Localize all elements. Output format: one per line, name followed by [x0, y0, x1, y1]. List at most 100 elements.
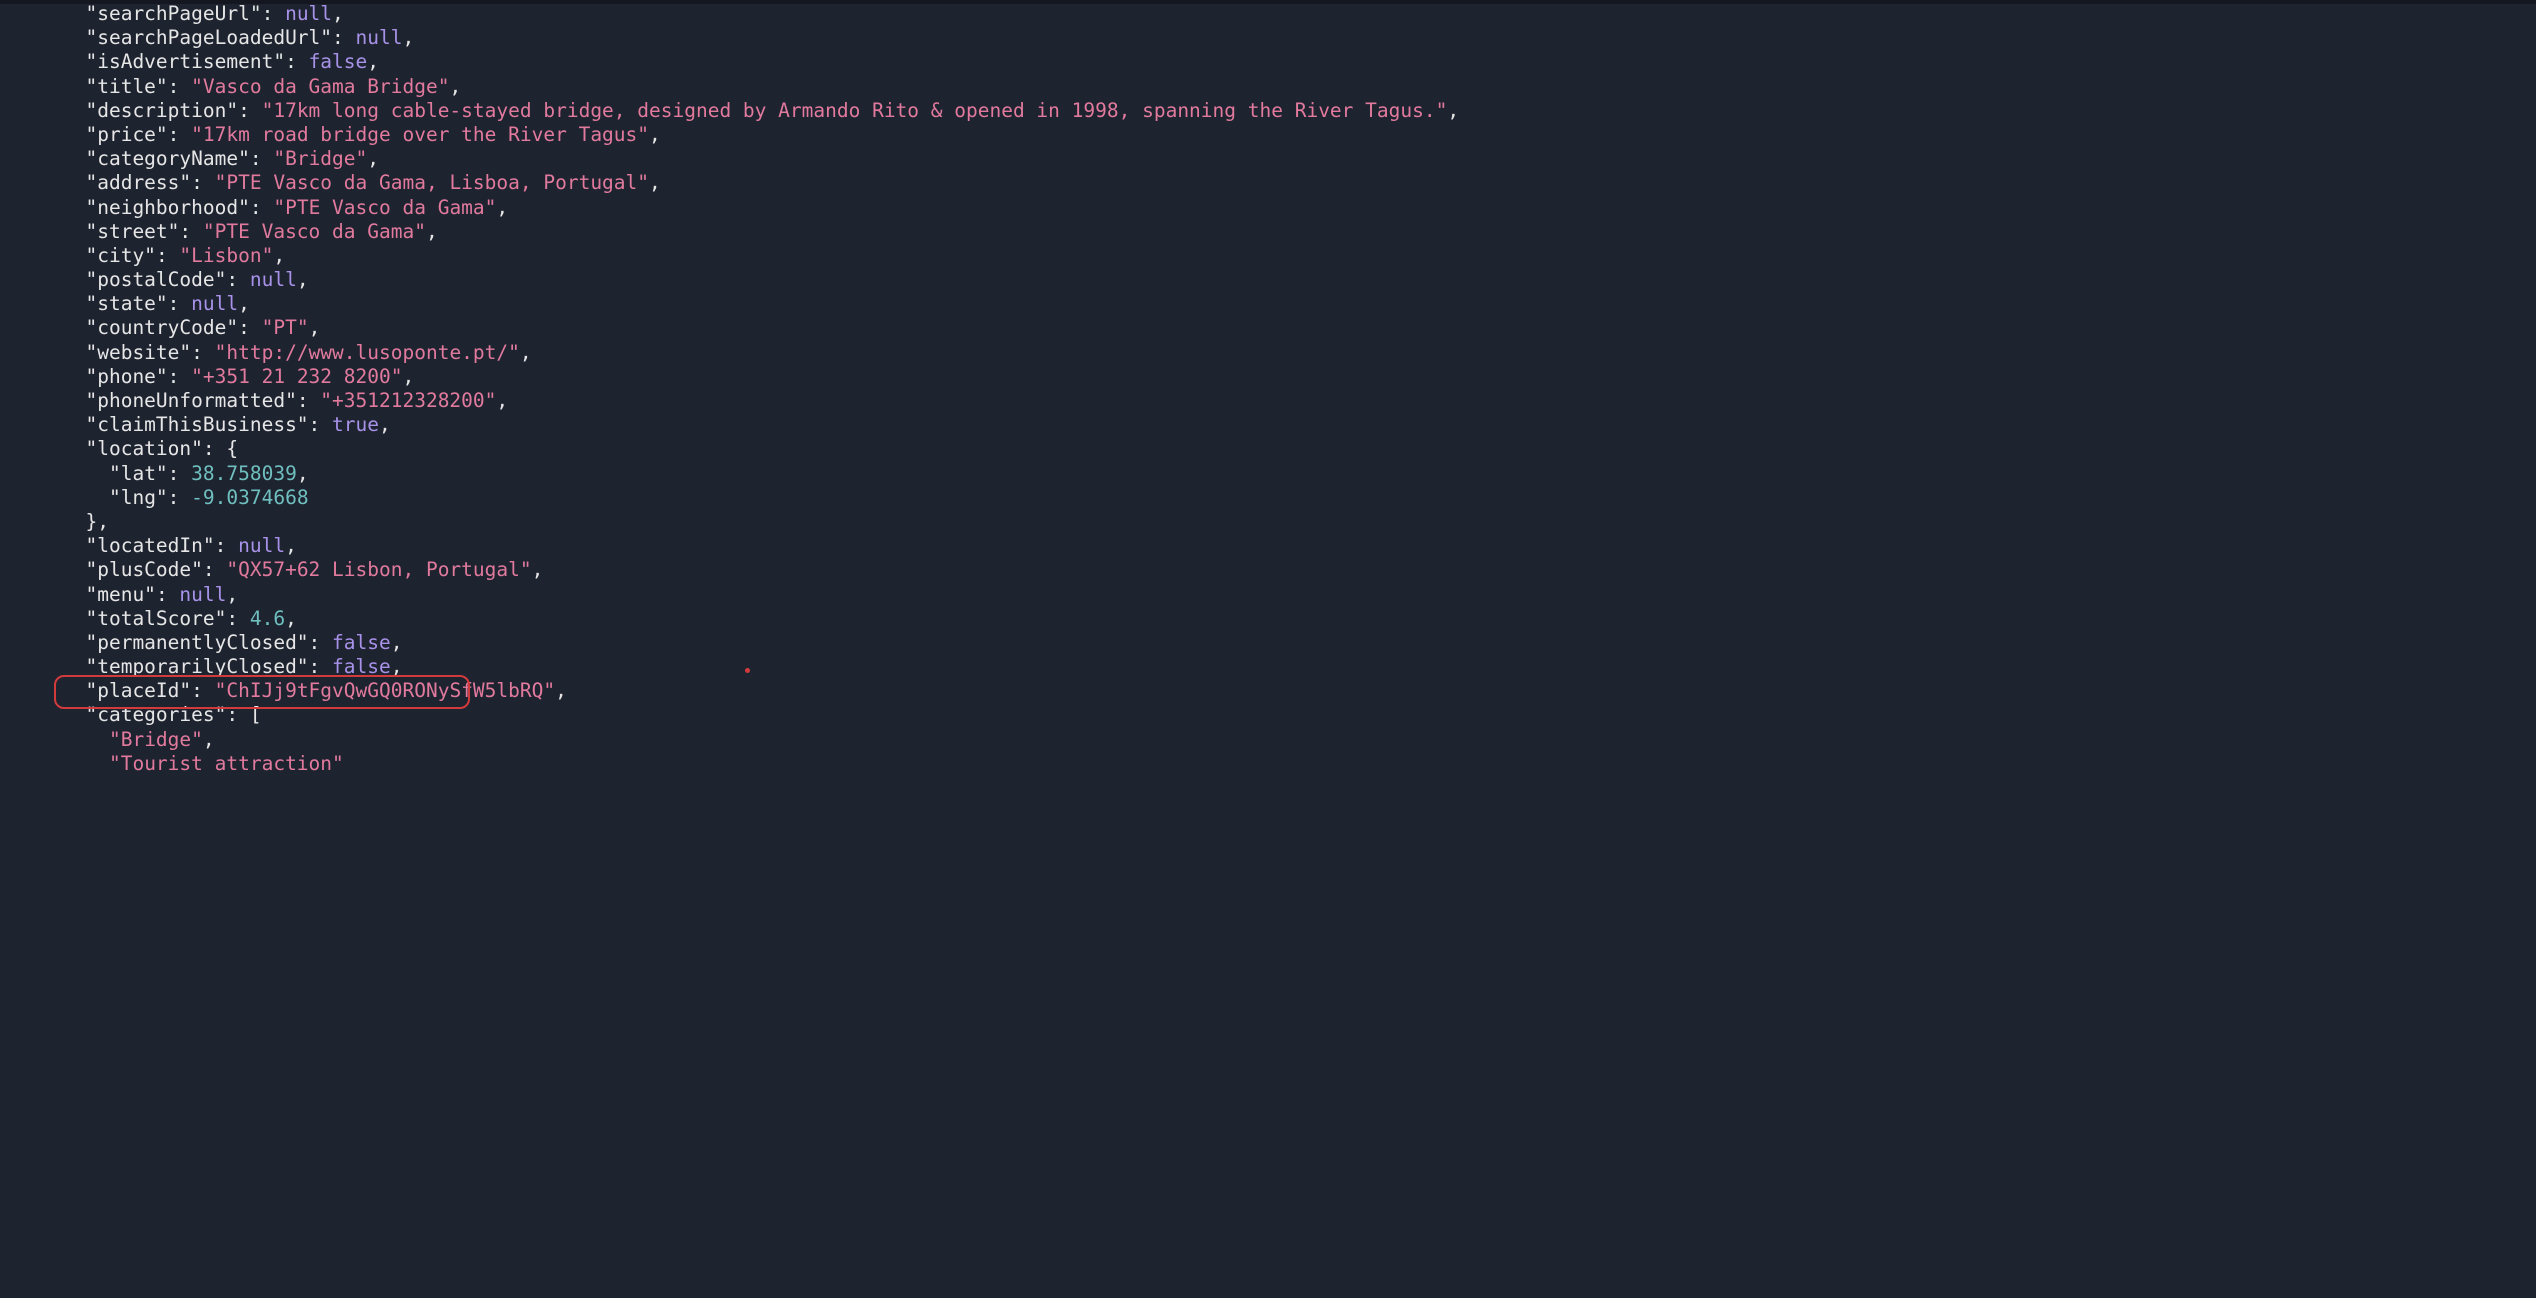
token-punc: : — [297, 389, 320, 412]
token-punc: : — [168, 75, 191, 98]
token-punc: , — [367, 147, 379, 170]
code-line[interactable]: "permanentlyClosed": false, — [62, 631, 2536, 655]
token-punc: , — [449, 75, 461, 98]
token-str: "ChIJj9tFgvQwGQ0RONySfW5lbRQ" — [215, 679, 555, 702]
token-punc: , — [238, 292, 250, 315]
token-punc: : — [203, 558, 226, 581]
code-line[interactable]: "plusCode": "QX57+62 Lisbon, Portugal", — [62, 558, 2536, 582]
token-key: "locatedIn" — [85, 534, 214, 557]
code-line[interactable]: "description": "17km long cable-stayed b… — [62, 99, 2536, 123]
code-line[interactable]: "totalScore": 4.6, — [62, 607, 2536, 631]
token-punc: : — [238, 316, 261, 339]
code-line[interactable]: "price": "17km road bridge over the Rive… — [62, 123, 2536, 147]
token-str: "+351212328200" — [320, 389, 496, 412]
token-str: "17km road bridge over the River Tagus" — [191, 123, 649, 146]
code-line[interactable]: "state": null, — [62, 292, 2536, 316]
token-punc: : — [215, 534, 238, 557]
code-line[interactable]: "temporarilyClosed": false, — [62, 655, 2536, 679]
token-bool: false — [332, 655, 391, 678]
code-line[interactable]: "categoryName": "Bridge", — [62, 147, 2536, 171]
token-str: "http://www.lusoponte.pt/" — [215, 341, 520, 364]
code-line[interactable]: "postalCode": null, — [62, 268, 2536, 292]
code-line[interactable]: "address": "PTE Vasco da Gama, Lisboa, P… — [62, 171, 2536, 195]
token-punc: , — [496, 196, 508, 219]
token-punc: : — [250, 196, 273, 219]
token-punc: }, — [85, 510, 108, 533]
token-punc: , — [297, 268, 309, 291]
token-str: "17km long cable-stayed bridge, designed… — [262, 99, 1448, 122]
code-line[interactable]: "countryCode": "PT", — [62, 316, 2536, 340]
code-line[interactable]: "menu": null, — [62, 583, 2536, 607]
token-punc: : — [191, 171, 214, 194]
token-key: "phone" — [85, 365, 167, 388]
token-punc: , — [332, 2, 344, 25]
code-line[interactable]: "searchPageUrl": null, — [62, 2, 2536, 26]
token-punc: , — [1447, 99, 1459, 122]
token-key: "price" — [85, 123, 167, 146]
token-key: "description" — [85, 99, 238, 122]
code-line[interactable]: "city": "Lisbon", — [62, 244, 2536, 268]
pointer-dot — [745, 668, 750, 673]
token-bool: false — [332, 631, 391, 654]
code-line-highlighted[interactable]: "placeId": "ChIJj9tFgvQwGQ0RONySfW5lbRQ"… — [62, 679, 2536, 703]
token-punc: , — [520, 341, 532, 364]
token-punc: : — [191, 679, 214, 702]
code-line[interactable]: }, — [62, 510, 2536, 534]
token-punc: : [ — [226, 703, 261, 726]
code-editor[interactable]: "searchPageUrl": null, "searchPageLoaded… — [0, 0, 2536, 776]
token-key: "totalScore" — [85, 607, 226, 630]
code-line[interactable]: "website": "http://www.lusoponte.pt/", — [62, 341, 2536, 365]
token-punc: : — [168, 462, 191, 485]
token-key: "claimThisBusiness" — [85, 413, 308, 436]
token-str: "PTE Vasco da Gama, Lisboa, Portugal" — [215, 171, 649, 194]
token-punc: , — [496, 389, 508, 412]
token-punc: : — [309, 631, 332, 654]
token-bool: false — [309, 50, 368, 73]
code-line[interactable]: "searchPageLoadedUrl": null, — [62, 26, 2536, 50]
token-null: null — [179, 583, 226, 606]
code-line[interactable]: "lng": -9.0374668 — [62, 486, 2536, 510]
token-str: "QX57+62 Lisbon, Portugal" — [226, 558, 531, 581]
token-punc: : — [168, 292, 191, 315]
code-line[interactable]: "phone": "+351 21 232 8200", — [62, 365, 2536, 389]
code-line[interactable]: "locatedIn": null, — [62, 534, 2536, 558]
token-str: "Tourist attraction" — [109, 752, 344, 775]
code-line[interactable]: "location": { — [62, 437, 2536, 461]
code-line[interactable]: "phoneUnformatted": "+351212328200", — [62, 389, 2536, 413]
token-key: "menu" — [85, 583, 155, 606]
token-key: "lng" — [109, 486, 168, 509]
token-punc: , — [649, 171, 661, 194]
token-str: "Vasco da Gama Bridge" — [191, 75, 449, 98]
token-punc: , — [391, 655, 403, 678]
token-key: "categories" — [85, 703, 226, 726]
token-punc: , — [203, 728, 215, 751]
code-line[interactable]: "claimThisBusiness": true, — [62, 413, 2536, 437]
token-punc: : — [309, 655, 332, 678]
token-key: "phoneUnformatted" — [85, 389, 296, 412]
token-punc: , — [402, 26, 414, 49]
token-punc: : { — [203, 437, 238, 460]
token-punc: : — [238, 99, 261, 122]
token-punc: , — [297, 462, 309, 485]
token-punc: , — [379, 413, 391, 436]
token-key: "countryCode" — [85, 316, 238, 339]
code-line[interactable]: "neighborhood": "PTE Vasco da Gama", — [62, 196, 2536, 220]
token-punc: : — [179, 220, 202, 243]
token-key: "state" — [85, 292, 167, 315]
code-line[interactable]: "Tourist attraction" — [62, 752, 2536, 776]
token-punc: : — [168, 365, 191, 388]
code-line[interactable]: "isAdvertisement": false, — [62, 50, 2536, 74]
code-line[interactable]: "title": "Vasco da Gama Bridge", — [62, 75, 2536, 99]
token-key: "neighborhood" — [85, 196, 249, 219]
token-str: "+351 21 232 8200" — [191, 365, 402, 388]
code-line[interactable]: "street": "PTE Vasco da Gama", — [62, 220, 2536, 244]
code-line[interactable]: "lat": 38.758039, — [62, 462, 2536, 486]
token-punc: : — [156, 244, 179, 267]
token-punc: , — [555, 679, 567, 702]
token-key: "lat" — [109, 462, 168, 485]
code-line[interactable]: "categories": [ — [62, 703, 2536, 727]
token-punc: : — [168, 486, 191, 509]
token-punc: : — [309, 413, 332, 436]
token-key: "location" — [85, 437, 202, 460]
code-line[interactable]: "Bridge", — [62, 728, 2536, 752]
